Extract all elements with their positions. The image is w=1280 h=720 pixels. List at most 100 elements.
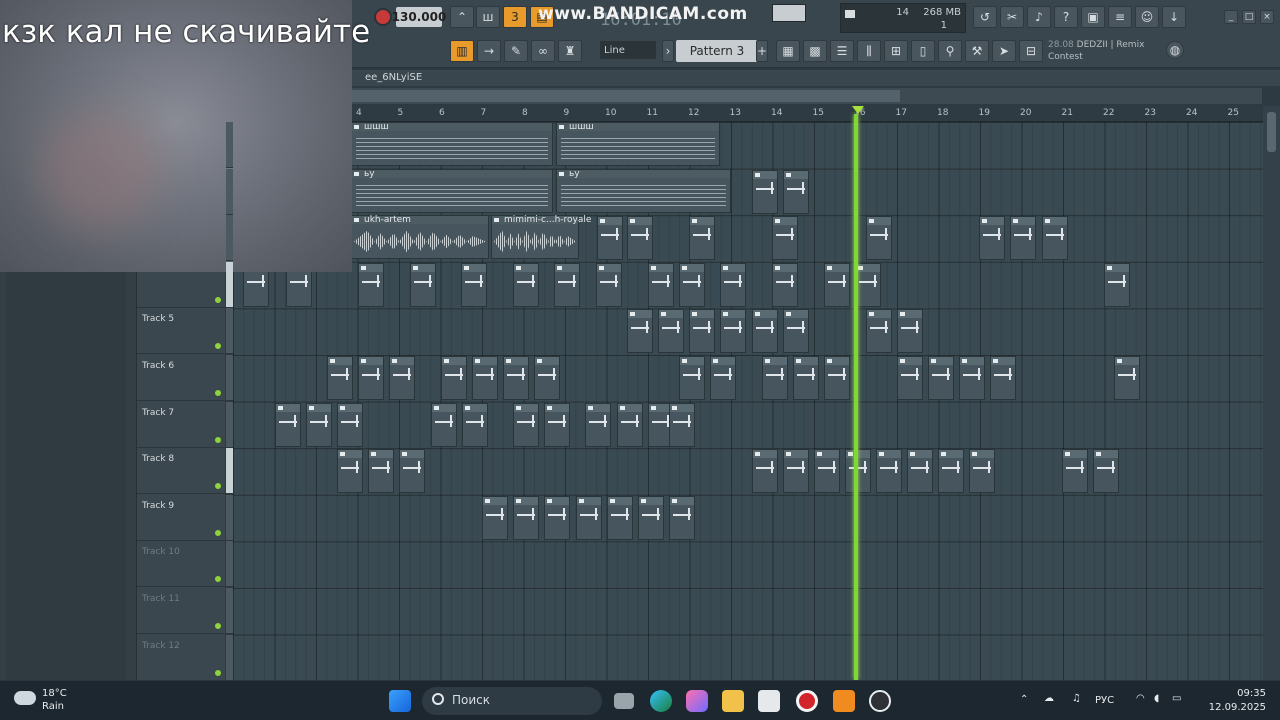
sample-clip[interactable]: [710, 356, 736, 400]
sample-clip[interactable]: [783, 449, 809, 494]
sample-clip[interactable]: [876, 449, 902, 494]
piano-roll-icon[interactable]: ▩: [803, 40, 827, 62]
sample-clip[interactable]: [534, 356, 560, 400]
sample-clip[interactable]: [1042, 216, 1068, 261]
sample-clip[interactable]: [959, 356, 985, 400]
sample-clip[interactable]: [627, 216, 653, 261]
sample-clip[interactable]: [337, 402, 363, 447]
track-header[interactable]: Track 7: [137, 402, 225, 448]
track-header[interactable]: Track 12: [137, 635, 225, 681]
sample-clip[interactable]: [845, 449, 871, 494]
sample-clip[interactable]: [752, 169, 778, 214]
tray-expand-icon[interactable]: ⌃: [1020, 694, 1028, 705]
close-icon[interactable]: ×: [1260, 10, 1274, 24]
clock[interactable]: 09:35 12.09.2025: [1209, 687, 1266, 715]
sample-clip[interactable]: [897, 356, 923, 400]
pattern-clip[interactable]: ьу: [556, 169, 731, 213]
track-enable-icon[interactable]: [215, 483, 221, 490]
sample-clip[interactable]: [669, 495, 695, 540]
playlist-snap-icon[interactable]: ▥: [450, 40, 474, 62]
sample-clip[interactable]: [1104, 262, 1130, 307]
bandicam-icon[interactable]: [796, 690, 818, 712]
pattern-clip[interactable]: шшш: [556, 122, 720, 166]
sample-clip[interactable]: [597, 216, 623, 261]
sample-clip[interactable]: [327, 356, 353, 400]
battery-icon[interactable]: ▭: [1172, 693, 1181, 704]
sample-clip[interactable]: [596, 262, 622, 307]
track-header[interactable]: Track 5: [137, 308, 225, 355]
vertical-scrollbar[interactable]: [1263, 106, 1280, 680]
sample-clip[interactable]: [752, 309, 778, 354]
cut-icon[interactable]: ✂: [1000, 6, 1024, 28]
sample-clip[interactable]: [1093, 449, 1119, 494]
wait-input-icon[interactable]: ш: [476, 6, 500, 28]
chat-icon[interactable]: ☺: [1135, 6, 1159, 28]
sample-clip[interactable]: [866, 309, 892, 354]
sample-clip[interactable]: [482, 495, 508, 540]
sample-clip[interactable]: [897, 309, 923, 354]
sample-clip[interactable]: [585, 402, 611, 447]
playlist-icon[interactable]: ▦: [776, 40, 800, 62]
download-icon[interactable]: ↓: [1162, 6, 1186, 28]
sample-clip[interactable]: [1062, 449, 1088, 494]
sample-clip[interactable]: [399, 449, 425, 494]
sample-clip[interactable]: [337, 449, 363, 494]
sample-clip[interactable]: [814, 449, 840, 494]
sample-clip[interactable]: [306, 402, 332, 447]
track-mute-slot[interactable]: [226, 168, 233, 215]
track-header[interactable]: Track 8: [137, 448, 225, 495]
sample-clip[interactable]: [928, 356, 954, 400]
sample-clip[interactable]: [689, 216, 715, 261]
pattern-clip[interactable]: шшш: [351, 122, 553, 166]
sample-clip[interactable]: [689, 309, 715, 354]
sample-clip[interactable]: [783, 169, 809, 214]
audio-clip[interactable]: ukh-artem: [351, 215, 489, 259]
sample-clip[interactable]: [907, 449, 933, 494]
sample-clip[interactable]: [513, 402, 539, 447]
stamp-icon[interactable]: ♜: [558, 40, 582, 62]
sample-clip[interactable]: [462, 402, 488, 447]
sample-clip[interactable]: [461, 262, 487, 307]
timeline-ruler[interactable]: 4 5 6 7 8 9 10 11 12 13 14 15 16 17 18 19 20 21 22 23 24 25: [233, 106, 1263, 122]
copilot-icon[interactable]: [686, 690, 708, 712]
track-mute-slot[interactable]: [226, 122, 233, 168]
tempo-field[interactable]: 130.000: [392, 7, 446, 27]
sample-clip[interactable]: [648, 262, 674, 307]
sample-clip[interactable]: [855, 262, 881, 307]
sample-clip[interactable]: [472, 356, 498, 400]
sample-clip[interactable]: [275, 402, 301, 447]
playlist-overview-scroll[interactable]: [352, 88, 1262, 104]
sample-clip[interactable]: [368, 449, 394, 494]
audio-clip[interactable]: mimimi-c...h-royale: [491, 215, 591, 259]
pattern-clip[interactable]: ьу: [351, 169, 553, 213]
sample-clip[interactable]: [679, 262, 705, 307]
pattern-add-icon[interactable]: +: [756, 40, 768, 62]
track-header[interactable]: Track 10: [137, 541, 225, 588]
maximize-icon[interactable]: □: [1242, 10, 1256, 24]
sample-clip[interactable]: [607, 495, 633, 540]
sample-clip[interactable]: [969, 449, 995, 494]
news-panel[interactable]: 28.08 DEDZII | Remix Contest: [1048, 39, 1178, 63]
sample-clip[interactable]: [544, 495, 570, 540]
sample-clip[interactable]: [979, 216, 1005, 261]
vertical-scroll-thumb[interactable]: [1267, 112, 1276, 152]
sample-clip[interactable]: [1114, 356, 1140, 400]
metronome-icon[interactable]: ⌃: [450, 6, 474, 28]
arrow-right-icon[interactable]: →: [477, 40, 501, 62]
undo-icon[interactable]: ↺: [973, 6, 997, 28]
sample-clip[interactable]: [544, 402, 570, 447]
cart-icon[interactable]: ⊟: [1019, 40, 1043, 62]
tools-icon[interactable]: ⚒: [965, 40, 989, 62]
send-icon[interactable]: ➤: [992, 40, 1016, 62]
sample-clip[interactable]: [513, 495, 539, 540]
sample-clip[interactable]: [431, 402, 457, 447]
media-player-icon[interactable]: [869, 690, 891, 712]
save-icon[interactable]: ▣: [1081, 6, 1105, 28]
track-mute-slot[interactable]: [226, 308, 233, 355]
taskbar-search[interactable]: Поиск: [422, 687, 602, 715]
sample-clip[interactable]: [762, 356, 788, 400]
track-mute-slot[interactable]: [226, 401, 233, 448]
pattern-prev-icon[interactable]: ›: [662, 40, 674, 62]
link-icon[interactable]: ∞: [531, 40, 555, 62]
track-header[interactable]: Track 6: [137, 355, 225, 401]
